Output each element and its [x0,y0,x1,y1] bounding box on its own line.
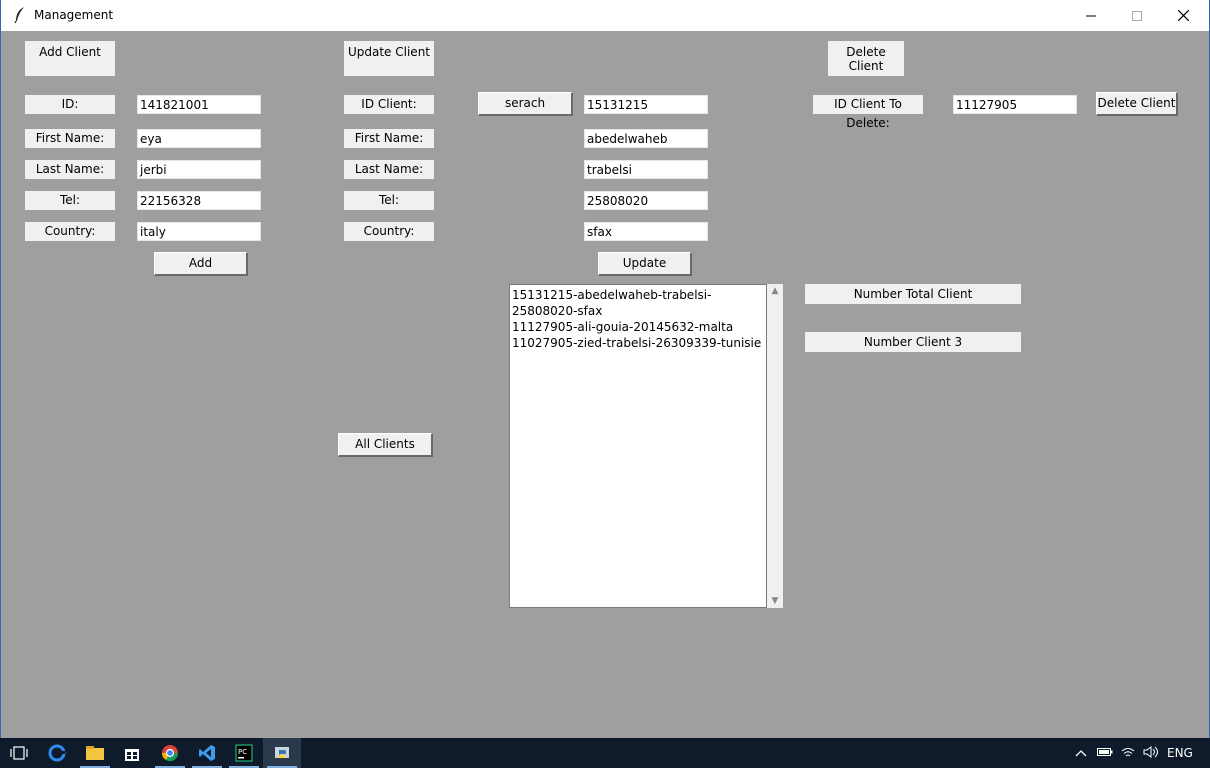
maximize-icon[interactable] [1114,0,1160,31]
update-tel-label: Tel: [344,191,434,210]
add-first-name-label: First Name: [25,129,115,148]
number-client-label: Number Client 3 [805,332,1021,352]
chevron-up-icon[interactable] [1075,746,1087,760]
close-icon[interactable] [1160,0,1206,31]
add-tel-input[interactable]: 22156328 [137,191,261,210]
update-last-name-label: Last Name: [344,160,434,179]
battery-icon[interactable] [1097,746,1113,760]
delete-client-button[interactable]: Delete Client [1096,92,1178,116]
svg-text:PC: PC [238,748,247,756]
add-country-label: Country: [25,222,115,241]
update-country-label: Country: [344,222,434,241]
volume-icon[interactable] [1143,745,1159,761]
update-last-name-input[interactable]: trabelsi [584,160,708,179]
scroll-down-icon[interactable]: ▼ [770,596,780,606]
list-item[interactable]: 15131215-abedelwaheb-trabelsi-25808020-s… [512,287,764,319]
add-client-header: Add Client [25,41,115,76]
add-country-input[interactable]: italy [137,222,261,241]
update-country-input[interactable]: sfax [584,222,708,241]
add-button[interactable]: Add [154,252,248,276]
search-button[interactable]: serach [478,92,573,116]
delete-id-label: ID Client To Delete: [813,95,923,130]
update-first-name-input[interactable]: abedelwaheb [584,129,708,148]
delete-client-header: Delete Client [828,41,904,76]
add-last-name-input[interactable]: jerbi [137,160,261,179]
window-title: Management [34,8,114,22]
minimize-icon[interactable] [1068,0,1114,31]
listbox-scrollbar[interactable]: ▲ ▼ [767,284,783,608]
add-id-label: ID: [25,95,115,114]
update-id-input[interactable]: 15131215 [584,95,708,114]
python-icon[interactable] [263,738,301,768]
feather-icon [13,6,27,24]
title-bar[interactable]: Management [1,0,1209,31]
add-tel-label: Tel: [25,191,115,210]
number-total-client-label: Number Total Client [805,284,1021,304]
scroll-up-icon[interactable]: ▲ [770,286,780,296]
system-tray: ENG [1075,738,1193,768]
store-icon[interactable] [113,738,151,768]
update-id-label: ID Client: [344,95,434,114]
add-id-input[interactable]: 141821001 [137,95,261,114]
pycharm-icon[interactable]: PC [225,738,263,768]
taskbar: PC ENG [0,738,1210,768]
add-last-name-label: Last Name: [25,160,115,179]
language-indicator[interactable]: ENG [1167,746,1193,760]
update-first-name-label: First Name: [344,129,434,148]
update-tel-input[interactable]: 25808020 [584,191,708,210]
add-first-name-input[interactable]: eya [137,129,261,148]
list-item[interactable]: 11027905-zied-trabelsi-26309339-tunisie [512,335,764,351]
file-explorer-icon[interactable] [76,738,114,768]
task-view-icon[interactable] [0,738,38,768]
visual-studio-icon[interactable] [188,738,226,768]
list-item[interactable]: 11127905-ali-gouia-20145632-malta [512,319,764,335]
update-button[interactable]: Update [598,252,692,276]
main-window: Management Add Client ID: 141821001 Firs… [0,0,1210,738]
delete-id-input[interactable]: 11127905 [953,95,1077,114]
chrome-icon[interactable] [151,738,189,768]
clients-listbox[interactable]: 15131215-abedelwaheb-trabelsi-25808020-s… [509,284,767,608]
update-client-header: Update Client [344,41,434,76]
edge-icon[interactable] [38,738,76,768]
wifi-icon[interactable] [1121,746,1135,761]
all-clients-button[interactable]: All Clients [338,433,433,457]
